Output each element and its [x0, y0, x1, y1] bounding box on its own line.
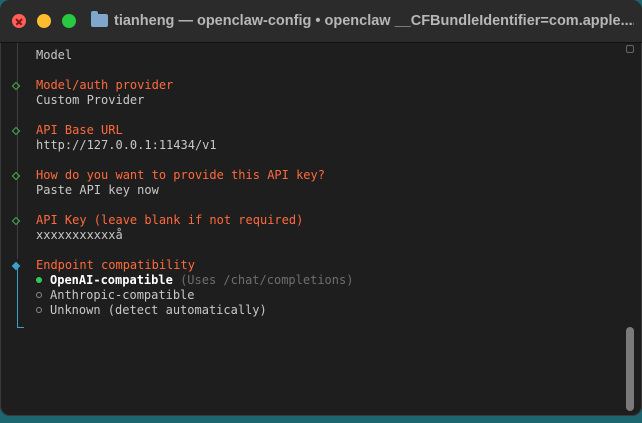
- base-url-heading: API Base URL: [36, 123, 123, 137]
- gutter-line: [17, 43, 18, 259]
- close-button[interactable]: [12, 14, 26, 28]
- scroll-grip-icon[interactable]: [626, 45, 634, 53]
- terminal-window: tianheng — openclaw-config • openclaw __…: [0, 0, 642, 416]
- provider-heading: Model/auth provider: [36, 78, 174, 92]
- title-bar[interactable]: tianheng — openclaw-config • openclaw __…: [0, 0, 642, 43]
- minimize-button[interactable]: [37, 14, 51, 28]
- api-key-method-heading: How do you want to provide this API key?: [36, 168, 325, 182]
- compat-heading: Endpoint compatibility: [36, 258, 195, 272]
- api-key-heading: API Key (leave blank if not required): [36, 213, 304, 227]
- option-label: OpenAI-compatible: [50, 273, 173, 287]
- radio-unselected-icon: [36, 307, 42, 313]
- folder-icon: [91, 11, 108, 27]
- diamond-outline-icon: [11, 216, 21, 226]
- option-anthropic[interactable]: Anthropic-compatible: [36, 288, 195, 303]
- option-hint: (Uses /chat/completions): [180, 273, 354, 287]
- provider-value: Custom Provider: [36, 93, 145, 107]
- maximize-button[interactable]: [62, 14, 76, 28]
- diamond-outline-icon: [11, 171, 21, 181]
- radio-selected-icon: [36, 277, 42, 283]
- gutter-end-corner: [17, 318, 24, 328]
- base-url-value: http://127.0.0.1:11434/v1: [36, 138, 217, 152]
- model-label: Model: [36, 48, 73, 62]
- diamond-filled-icon: [11, 261, 21, 271]
- api-key-value: xxxxxxxxxxxå: [36, 228, 123, 242]
- api-key-method-value: Paste API key now: [36, 183, 159, 197]
- scrollbar-thumb[interactable]: [626, 327, 634, 411]
- option-label: Anthropic-compatible: [50, 288, 195, 302]
- terminal-content[interactable]: Model Model/auth provider Custom Provide…: [0, 43, 642, 416]
- option-unknown[interactable]: Unknown (detect automatically): [36, 303, 267, 318]
- diamond-outline-icon: [11, 81, 21, 91]
- radio-unselected-icon: [36, 292, 42, 298]
- diamond-outline-icon: [11, 126, 21, 136]
- option-label: Unknown (detect automatically): [50, 303, 267, 317]
- window-title: tianheng — openclaw-config • openclaw __…: [114, 13, 634, 29]
- option-openai[interactable]: OpenAI-compatible (Uses /chat/completion…: [36, 273, 353, 288]
